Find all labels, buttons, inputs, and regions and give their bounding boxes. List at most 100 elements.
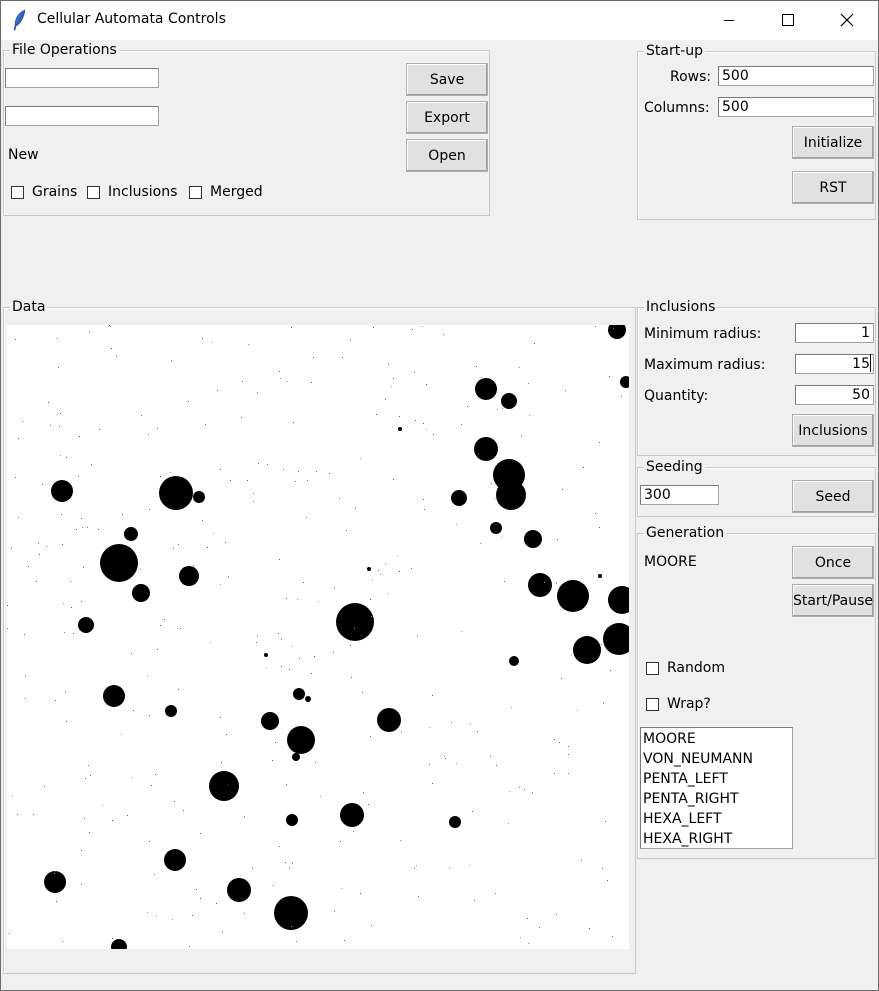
inclusion-blob xyxy=(598,574,602,578)
inclusion-blob xyxy=(51,480,73,502)
random-checkbox[interactable]: Random xyxy=(646,660,725,676)
seed-pixel xyxy=(200,898,201,899)
seed-pixel xyxy=(445,758,446,759)
seed-pixel xyxy=(78,476,79,477)
seed-button[interactable]: Seed xyxy=(792,480,874,513)
minimize-button[interactable] xyxy=(700,0,758,40)
seed-pixel xyxy=(111,348,112,349)
open-button[interactable]: Open xyxy=(406,139,488,172)
once-button[interactable]: Once xyxy=(792,546,874,579)
seed-pixel xyxy=(25,698,26,699)
automata-canvas[interactable] xyxy=(7,325,629,949)
seed-pixel xyxy=(544,582,545,583)
seed-pixel xyxy=(205,424,206,425)
seed-pixel xyxy=(504,581,505,582)
inclusion-blob xyxy=(496,480,526,510)
merged-checkbox[interactable]: Merged xyxy=(189,184,263,200)
seed-pixel xyxy=(461,424,462,425)
list-item[interactable]: HEXA_LEFT xyxy=(643,809,790,829)
seed-pixel xyxy=(307,480,308,481)
inclusion-blob xyxy=(620,376,629,388)
wrap-checkbox-box[interactable] xyxy=(646,697,659,711)
seed-pixel xyxy=(256,642,257,643)
merged-checkbox-label: Merged xyxy=(210,184,263,200)
rows-input[interactable] xyxy=(718,66,874,86)
seed-pixel xyxy=(289,867,290,868)
merged-checkbox-box[interactable] xyxy=(189,185,202,199)
neighbourhood-listbox[interactable]: MOORE VON_NEUMANN PENTA_LEFT PENTA_RIGHT… xyxy=(640,727,793,849)
seed-pixel xyxy=(110,326,111,327)
inclusion-blob xyxy=(179,566,199,586)
seed-pixel xyxy=(66,457,67,458)
list-item[interactable]: VON_NEUMANN xyxy=(643,749,790,769)
seed-pixel xyxy=(299,658,300,659)
seed-pixel xyxy=(15,339,16,340)
seed-pixel xyxy=(378,570,379,571)
seed-pixel xyxy=(529,415,530,416)
seed-pixel xyxy=(102,805,103,806)
seed-pixel xyxy=(228,785,229,786)
seed-pixel xyxy=(565,390,566,391)
seed-pixel xyxy=(90,775,91,776)
seed-pixel xyxy=(391,386,392,387)
seed-pixel xyxy=(368,804,369,805)
rows-label: Rows: xyxy=(670,69,712,85)
seed-pixel xyxy=(502,408,503,409)
file-name-input[interactable] xyxy=(5,106,159,126)
columns-input[interactable] xyxy=(718,97,874,117)
inclusion-blob xyxy=(274,896,308,930)
file-path-input[interactable] xyxy=(5,68,159,88)
seed-pixel xyxy=(81,850,82,851)
seed-pixel xyxy=(54,873,55,874)
inclusions-checkbox[interactable]: Inclusions xyxy=(87,184,177,200)
seed-pixel xyxy=(610,670,611,671)
seed-pixel xyxy=(316,471,317,472)
seed-pixel xyxy=(372,580,373,581)
quantity-input[interactable] xyxy=(795,385,874,405)
seed-pixel xyxy=(605,821,606,822)
inclusion-blob xyxy=(509,656,519,666)
seed-pixel xyxy=(411,568,412,569)
inclusions-legend: Inclusions xyxy=(644,299,718,315)
list-item[interactable]: MOORE xyxy=(643,729,790,749)
inclusion-blob xyxy=(164,849,186,871)
inclusions-checkbox-label: Inclusions xyxy=(108,184,178,200)
seeding-legend: Seeding xyxy=(644,459,705,475)
seed-pixel xyxy=(112,938,113,939)
columns-label: Columns: xyxy=(644,100,710,116)
list-item[interactable]: PENTA_LEFT xyxy=(643,769,790,789)
seed-count-input[interactable] xyxy=(640,485,719,505)
seed-pixel xyxy=(225,542,226,543)
inclusion-blob xyxy=(336,603,374,641)
grains-checkbox[interactable]: Grains xyxy=(11,184,77,200)
inclusion-blob xyxy=(193,491,205,503)
grains-checkbox-box[interactable] xyxy=(11,185,24,199)
initialize-button[interactable]: Initialize xyxy=(792,126,874,159)
seed-pixel xyxy=(429,764,430,765)
maximize-icon xyxy=(782,14,794,26)
grain-canvas-svg[interactable] xyxy=(7,325,629,949)
seed-pixel xyxy=(99,429,100,430)
inclusions-checkbox-box[interactable] xyxy=(87,185,100,199)
seed-pixel xyxy=(11,548,12,549)
inclusion-blob xyxy=(608,586,629,614)
maximize-button[interactable] xyxy=(759,0,817,40)
max-radius-input[interactable] xyxy=(795,354,874,374)
list-item[interactable]: HEXA_RIGHT xyxy=(643,829,790,849)
save-button[interactable]: Save xyxy=(406,63,488,96)
seed-pixel xyxy=(444,756,445,757)
inclusion-blob xyxy=(608,325,626,339)
min-radius-input[interactable] xyxy=(795,323,874,343)
rst-button[interactable]: RST xyxy=(792,171,874,204)
wrap-checkbox[interactable]: Wrap? xyxy=(646,696,711,712)
export-button[interactable]: Export xyxy=(406,101,488,134)
seed-pixel xyxy=(141,415,142,416)
close-button[interactable] xyxy=(818,0,876,40)
list-item[interactable]: PENTA_RIGHT xyxy=(643,789,790,809)
seed-pixel xyxy=(85,778,86,779)
seed-pixel xyxy=(363,792,364,793)
seed-pixel xyxy=(339,498,340,499)
random-checkbox-box[interactable] xyxy=(646,661,659,675)
add-inclusions-button[interactable]: Inclusions xyxy=(792,414,874,447)
start-pause-button[interactable]: Start/Pause xyxy=(792,584,874,617)
